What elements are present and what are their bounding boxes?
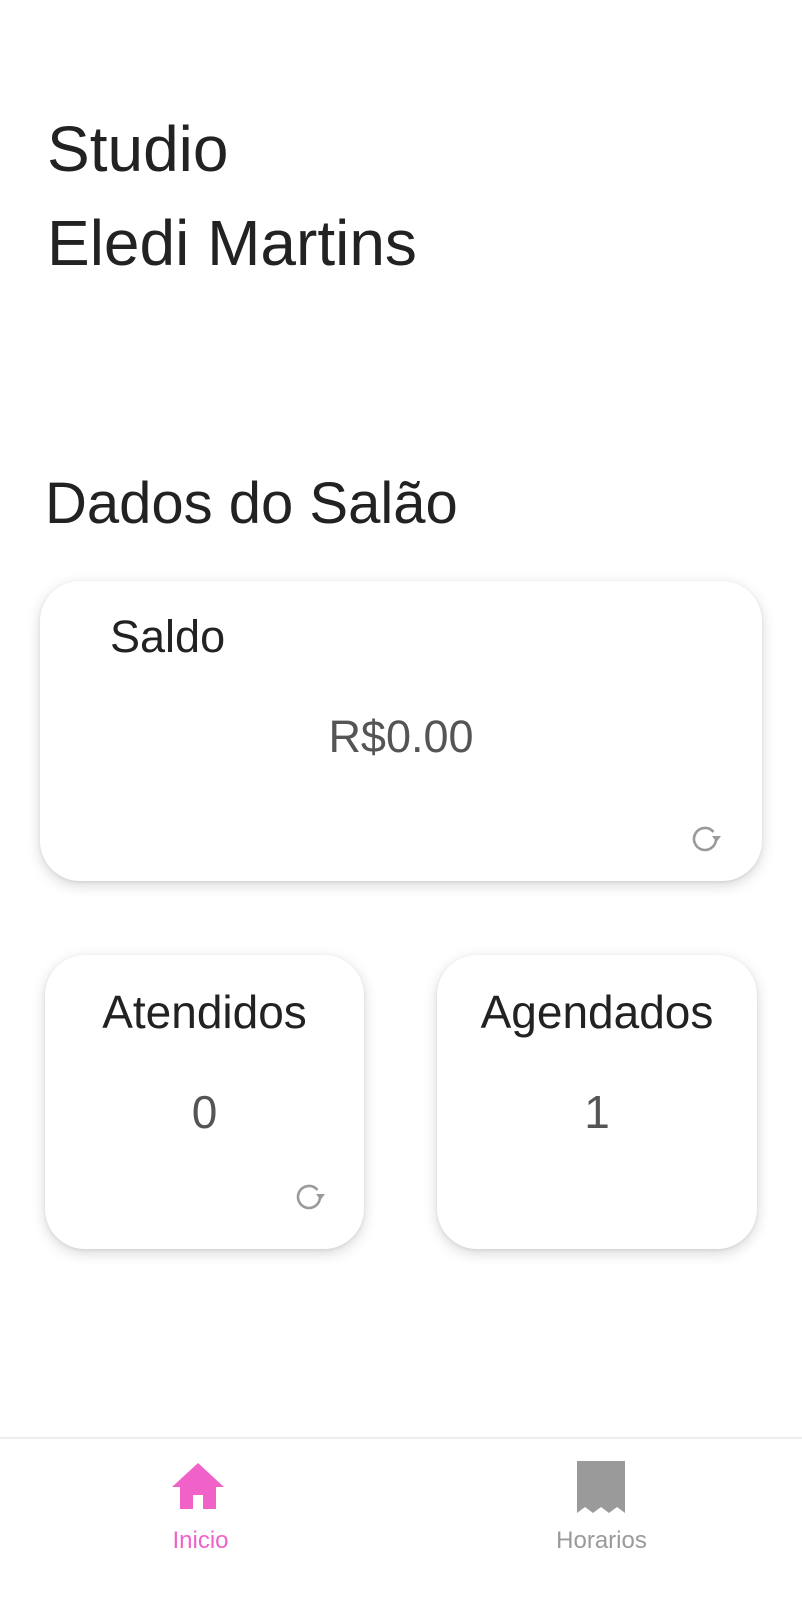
nav-item-inicio[interactable]: Inicio <box>0 1439 401 1600</box>
app-title-line1: Studio <box>47 113 229 185</box>
nav-item-horarios[interactable]: Horarios <box>401 1439 802 1600</box>
saldo-value: R$0.00 <box>328 711 474 762</box>
receipt-icon <box>571 1457 631 1517</box>
atendidos-value: 0 <box>191 1086 218 1138</box>
app-title: Studio Eledi Martins <box>47 102 417 290</box>
nav-label-inicio: Inicio <box>172 1527 229 1554</box>
bottom-navigation: Inicio Horarios <box>0 1437 802 1600</box>
section-title: Dados do Salão <box>45 471 458 536</box>
saldo-card: Saldo R$0.00 <box>40 581 762 881</box>
agendados-value: 1 <box>584 1086 610 1138</box>
atendidos-label: Atendidos <box>102 986 307 1038</box>
nav-label-horarios: Horarios <box>556 1527 647 1554</box>
app-title-line2: Eledi Martins <box>47 207 417 279</box>
refresh-icon[interactable] <box>685 819 725 859</box>
home-icon <box>168 1457 228 1517</box>
agendados-label: Agendados <box>480 986 714 1038</box>
atendidos-card: Atendidos 0 <box>45 955 364 1249</box>
refresh-icon[interactable] <box>289 1177 329 1217</box>
saldo-label: Saldo <box>110 611 226 662</box>
agendados-card: Agendados 1 <box>437 955 757 1249</box>
